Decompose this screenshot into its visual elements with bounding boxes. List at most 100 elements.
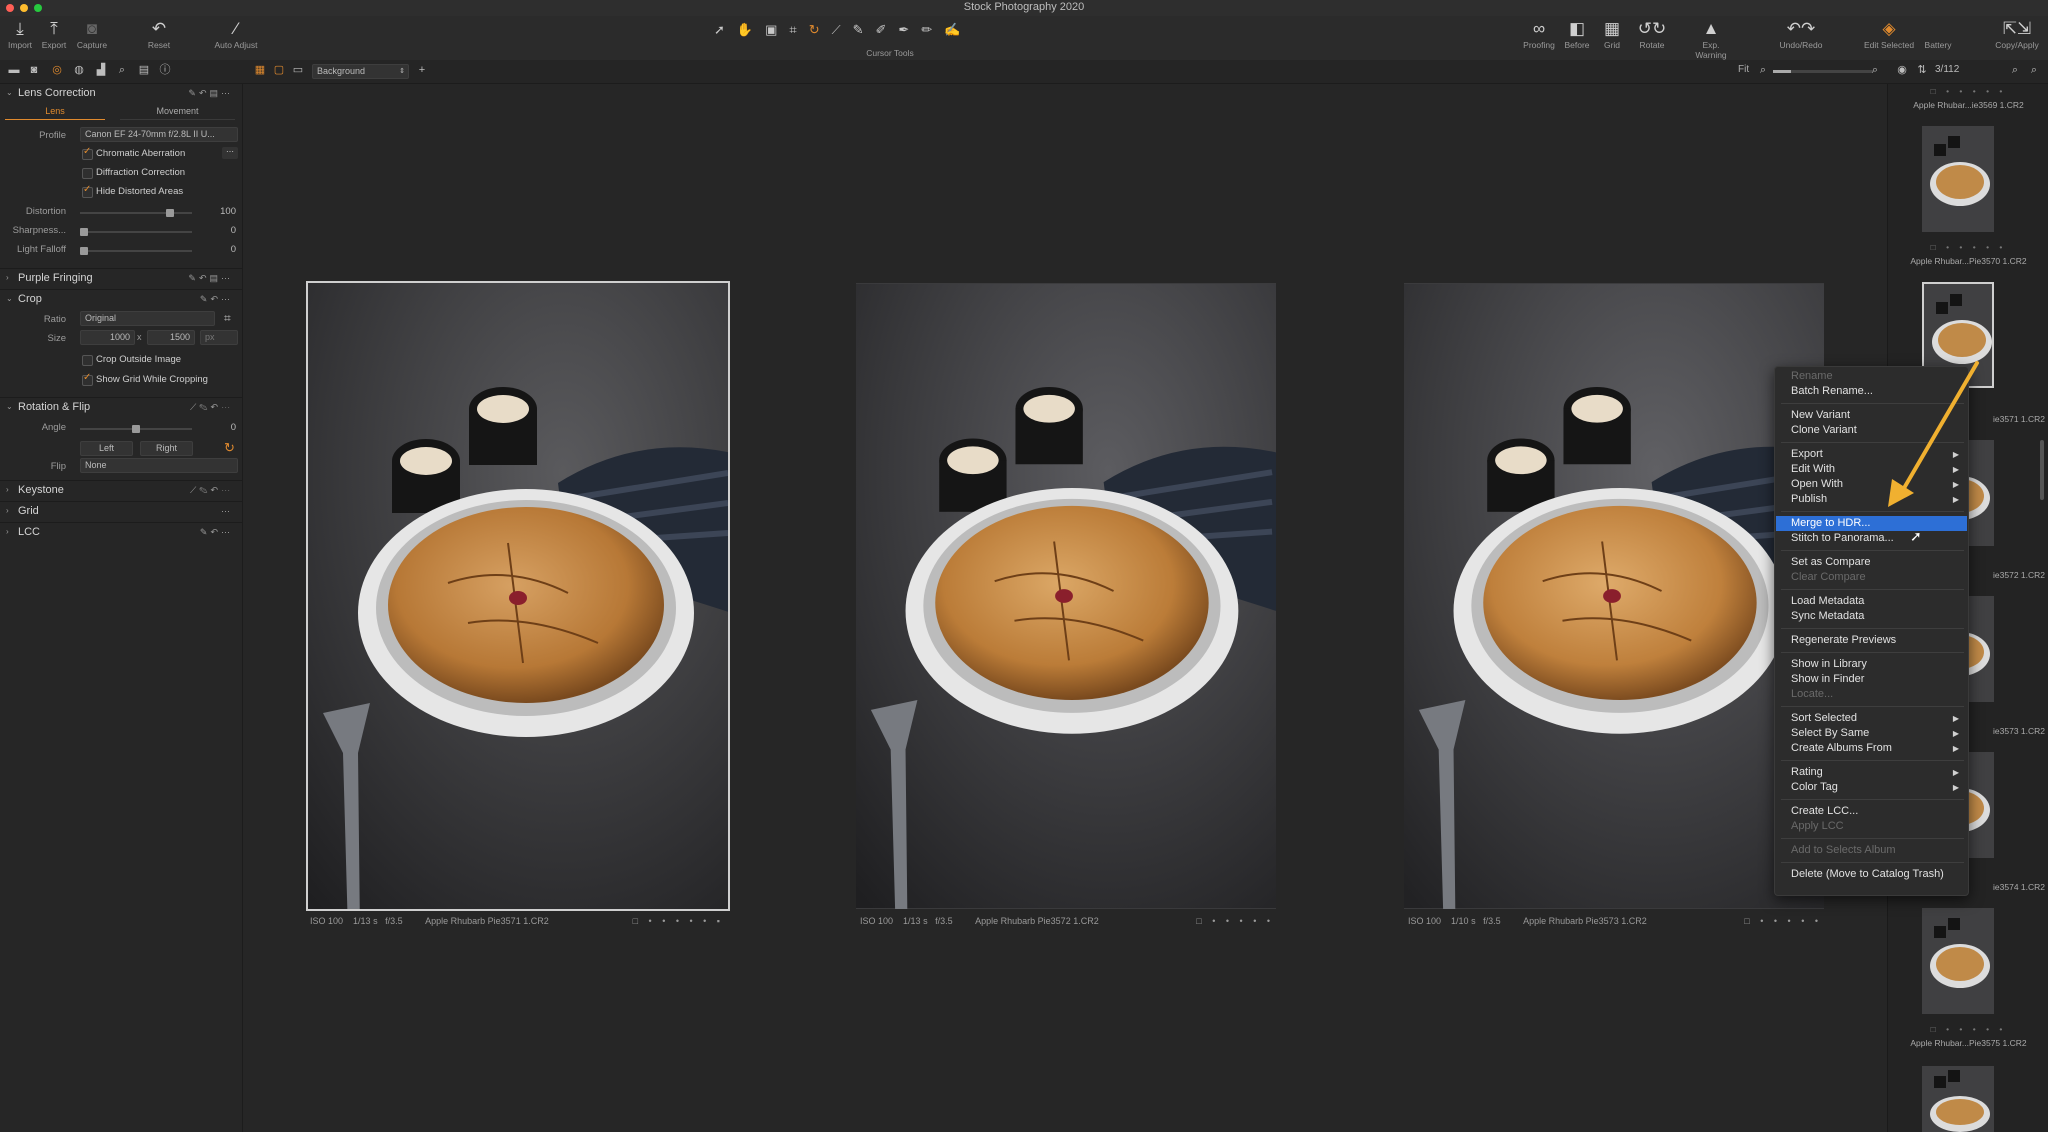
crop-icon[interactable]: ⌗ [789,22,808,37]
crop-outside-image-checkbox[interactable]: Crop Outside Image [82,354,181,366]
metadata-tab-icon[interactable]: ▤ [137,63,151,77]
battery-button[interactable]: Battery [1914,18,1962,50]
rating-dots[interactable]: □ • • • • • [1196,914,1274,928]
photo-viewer-2[interactable] [856,283,1276,909]
undo-redo-button[interactable]: ↶↷ Undo/Redo [1777,18,1825,50]
capture-tab-icon[interactable]: ◙ [27,63,41,77]
grid-header[interactable]: › Grid ⋯ [0,501,243,519]
menu-item-rating[interactable]: Rating ▶ [1776,765,1967,780]
multi-view-icon[interactable]: ▦ [253,63,267,77]
section-tools-icon[interactable]: ⋯ [221,502,233,520]
light-falloff-value[interactable]: 0 [208,244,236,255]
picker-icon[interactable]: ✒ [898,22,921,37]
exposure-warning-button[interactable]: ▲ Exp. Warning [1686,18,1736,60]
loupe-icon[interactable]: ▣ [765,22,789,37]
menu-item-create-lcc[interactable]: Create LCC... [1776,804,1967,819]
section-tools-icon[interactable]: ✎↶▤⋯ [188,269,233,287]
section-tools-icon[interactable]: ⟋✎↶⋯ [190,481,233,499]
thumbnail-image[interactable] [1922,1066,1994,1132]
background-select[interactable]: Background ⇕ [312,64,409,79]
crop-header[interactable]: ⌄ Crop ✎↶⋯ [0,289,243,307]
rotate-tool-icon[interactable]: ↻ [809,22,832,37]
annotate-icon[interactable]: ✏ [921,22,944,37]
menu-item-sort-selected[interactable]: Sort Selected ▶ [1776,711,1967,726]
sort-icon[interactable]: ⇅ [1915,63,1929,77]
menu-item-select-by-same[interactable]: Select By Same ▶ [1776,726,1967,741]
cursor-tools-group[interactable]: ➚✋▣⌗↻⟋✎✐✒✏✍ [714,22,1064,40]
exposure-tab-icon[interactable]: ▟ [94,63,108,77]
rotation-flip-header[interactable]: ⌄ Rotation & Flip ⟋✎↶⋯ [0,397,243,415]
section-tools-icon[interactable]: ✎↶⋯ [200,290,233,308]
fit-label[interactable]: Fit [1738,64,1749,75]
hide-distorted-areas-checkbox[interactable]: Hide Distorted Areas [82,184,183,198]
rating-dots[interactable]: □ • • • • • [1888,86,2048,96]
reset-rotation-icon[interactable]: ↻ [224,440,235,456]
menu-item-load-metadata[interactable]: Load Metadata [1776,594,1967,609]
zoom-out-icon[interactable]: ⌕ [1756,63,1770,77]
capture-button[interactable]: ◙ Capture [68,18,116,50]
filter-search-icon[interactable]: ⌕ [2027,63,2041,77]
angle-slider-knob[interactable] [132,425,140,433]
single-view-icon[interactable]: ▢ [272,63,286,77]
menu-item-color-tag[interactable]: Color Tag ▶ [1776,780,1967,795]
light-falloff-slider-knob[interactable] [80,247,88,255]
rating-dots[interactable]: □ • • • • • [1744,914,1822,928]
more-options-icon[interactable]: ⋯ [222,147,238,159]
pen-icon[interactable]: ✍ [944,22,972,37]
zoom-in-icon[interactable]: ⌕ [1868,63,1882,77]
lens-correction-header[interactable]: ⌄ Lens Correction ✎↶▤⋯ [0,84,243,102]
menu-item-sync-metadata[interactable]: Sync Metadata [1776,609,1967,624]
section-tools-icon[interactable]: ✎↶▤⋯ [188,84,233,102]
auto-adjust-button[interactable]: ⁄ Auto Adjust [211,18,261,50]
light-falloff-slider[interactable] [80,250,192,252]
sharpness-value[interactable]: 0 [208,225,236,236]
zoom-slider[interactable] [1773,70,1873,73]
crop-tool-icon[interactable]: ⌗ [224,311,231,326]
section-tools-icon[interactable]: ✎↶⋯ [200,523,233,541]
reset-button[interactable]: ↶ Reset [135,18,183,50]
lcc-header[interactable]: › LCC ✎↶⋯ [0,522,243,540]
rotate-right-button[interactable]: Right [140,441,193,456]
menu-item-delete[interactable]: Delete (Move to Catalog Trash) [1776,867,1967,882]
search-icon[interactable]: ⌕ [2008,63,2022,77]
crop-unit-select[interactable]: px [200,330,238,345]
flip-select[interactable]: None [80,458,238,473]
section-tools-icon[interactable]: ⟋✎↶⋯ [190,398,233,416]
thumbnail-image[interactable] [1922,126,1994,232]
distortion-slider-knob[interactable] [166,209,174,217]
color-tab-icon[interactable]: ◍ [72,63,86,77]
pan-icon[interactable]: ✋ [737,22,765,37]
select-icon[interactable]: ➚ [714,22,737,37]
photo-viewer-1[interactable] [306,281,730,911]
keystone-icon[interactable]: ⟋ [832,22,853,37]
ratio-select[interactable]: Original [80,311,215,326]
photo-viewer-3[interactable] [1404,283,1824,909]
distortion-slider[interactable] [80,212,192,214]
lens-tab-icon[interactable]: ◎ [50,63,64,77]
info-tab-icon[interactable]: ⓘ [158,63,172,77]
menu-item-stitch-to-panorama[interactable]: Stitch to Panorama... [1776,531,1967,546]
details-tab-icon[interactable]: ⌕ [115,63,129,77]
browser-scrollbar[interactable] [2040,440,2044,500]
copy-apply-button[interactable]: ⇱⇲ Copy/Apply [1991,18,2043,50]
angle-value[interactable]: 0 [208,422,236,433]
sharpness-slider[interactable] [80,231,192,233]
menu-item-create-albums-from[interactable]: Create Albums From ▶ [1776,741,1967,756]
add-icon[interactable]: + [415,63,429,77]
menu-item-merge-to-hdr[interactable]: Merge to HDR... [1776,516,1967,531]
rating-dots[interactable]: □ • • • • • ▪ [633,914,724,928]
profile-select[interactable]: Canon EF 24-70mm f/2.8L II U... [80,127,238,142]
tab-movement[interactable]: Movement [120,106,235,120]
menu-item-show-in-finder[interactable]: Show in Finder [1776,672,1967,687]
sharpness-slider-knob[interactable] [80,228,88,236]
eye-icon[interactable]: ◉ [1895,63,1909,77]
rotate-button[interactable]: ↺↻ Rotate [1628,18,1676,50]
distortion-value[interactable]: 100 [208,206,236,217]
thumbnail-image[interactable] [1922,908,1994,1014]
menu-item-regenerate-previews[interactable]: Regenerate Previews [1776,633,1967,648]
edit-selected-button[interactable]: ◈ Edit Selected [1863,18,1915,50]
library-tab-icon[interactable]: ▬ [7,63,21,77]
tab-lens[interactable]: Lens [5,106,105,120]
filmstrip-view-icon[interactable]: ▭ [291,63,305,77]
crop-height-field[interactable]: 1500 [147,330,195,345]
